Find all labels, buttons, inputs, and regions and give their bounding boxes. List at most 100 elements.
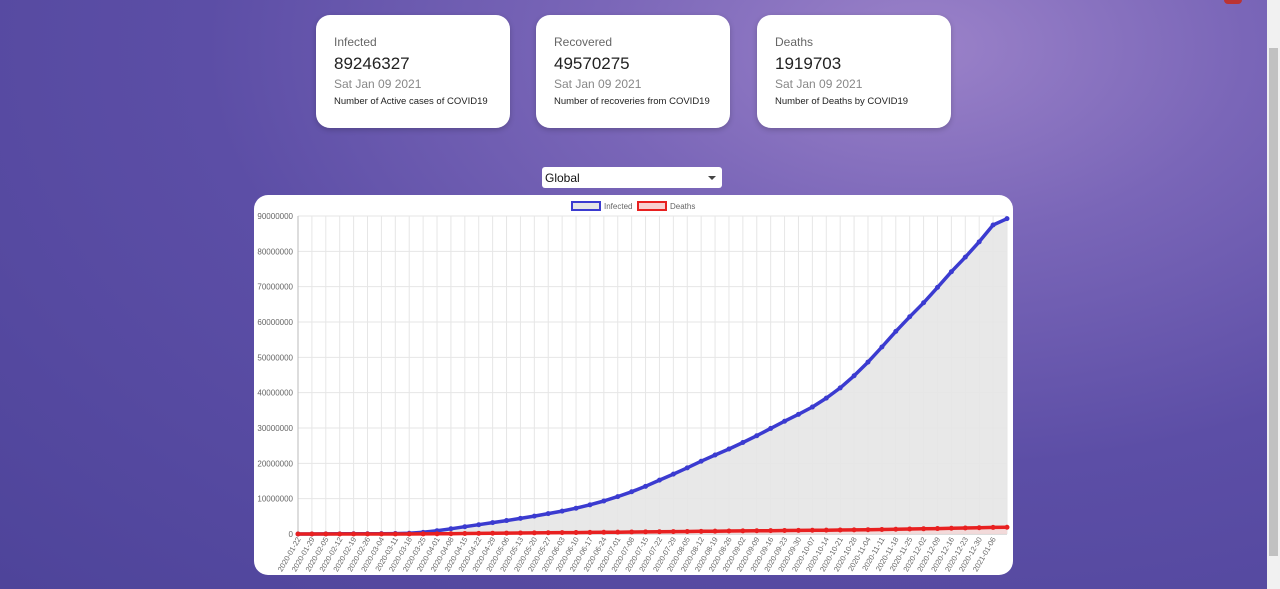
card-value: 49570275: [554, 54, 630, 73]
data-point: [893, 328, 899, 334]
data-point: [990, 524, 996, 530]
scrollbar-thumb[interactable]: [1269, 48, 1278, 556]
data-point: [656, 477, 662, 483]
data-point: [893, 526, 899, 532]
data-point: [476, 522, 482, 528]
data-point: [782, 418, 788, 424]
data-point: [684, 465, 690, 471]
cases-chart: 0100000002000000030000000400000005000000…: [257, 201, 1010, 573]
data-point: [365, 531, 371, 537]
card-value: 89246327: [334, 54, 410, 73]
data-point: [309, 531, 315, 537]
data-point: [948, 269, 954, 275]
data-point: [323, 531, 329, 537]
data-point: [879, 344, 885, 350]
data-point: [962, 525, 968, 531]
data-point: [406, 531, 412, 537]
data-point: [809, 527, 815, 533]
data-point: [809, 404, 815, 410]
data-point: [601, 529, 607, 535]
data-point: [823, 527, 829, 533]
y-tick-label: 40000000: [257, 389, 293, 398]
data-point: [462, 524, 468, 530]
data-point: [948, 525, 954, 531]
chart-card: 0 10000000 20000000 30000000 40000000 5000000…: [254, 195, 1013, 575]
card-date: Sat Jan 09 2021: [775, 76, 863, 91]
country-select[interactable]: Global: [542, 167, 722, 188]
card-label: Recovered: [554, 35, 613, 49]
data-point: [712, 452, 718, 458]
data-point: [768, 528, 774, 534]
data-point: [879, 526, 885, 532]
data-point: [740, 528, 746, 534]
infected-card: Infected 89246327 Sat Jan 09 2021 Number…: [316, 15, 510, 128]
data-point: [643, 529, 649, 535]
data-point: [698, 528, 704, 534]
data-point: [448, 531, 454, 537]
y-tick-label: 10000000: [257, 495, 293, 504]
data-point: [698, 458, 704, 464]
data-point: [531, 530, 537, 536]
card-date: Sat Jan 09 2021: [554, 76, 642, 91]
data-point: [517, 530, 523, 536]
card-description: Number of recoveries from COVID19: [554, 95, 710, 107]
data-point: [476, 530, 482, 536]
data-point: [643, 483, 649, 489]
data-point: [656, 529, 662, 535]
data-point: [962, 254, 968, 260]
data-point: [754, 528, 760, 534]
data-point: [837, 527, 843, 533]
data-point: [490, 530, 496, 536]
data-point: [837, 385, 843, 391]
data-point: [531, 513, 537, 519]
data-point: [587, 529, 593, 535]
data-point: [462, 531, 468, 537]
data-point: [504, 530, 510, 536]
data-point: [559, 530, 565, 536]
data-point: [740, 439, 746, 445]
card-value: 1919703: [775, 54, 842, 73]
data-point: [851, 527, 857, 533]
data-point: [448, 526, 454, 532]
card-label: Infected: [334, 35, 377, 49]
data-point: [545, 530, 551, 536]
legend-label: Deaths: [670, 202, 695, 211]
data-point: [684, 528, 690, 534]
data-point: [851, 373, 857, 379]
data-point: [670, 471, 676, 477]
data-point: [823, 395, 829, 401]
data-point: [615, 494, 621, 500]
data-point: [976, 239, 982, 245]
data-point: [517, 515, 523, 521]
recovered-card: Recovered 49570275 Sat Jan 09 2021 Numbe…: [536, 15, 730, 128]
country-select-value: Global: [545, 170, 580, 185]
legend-swatch: [571, 201, 601, 211]
data-point: [865, 527, 871, 533]
data-point: [420, 531, 426, 537]
data-point: [351, 531, 357, 537]
data-point: [1004, 216, 1010, 222]
data-point: [726, 446, 732, 452]
series-area-infected: [298, 218, 1007, 534]
data-point: [295, 531, 301, 537]
data-point: [615, 529, 621, 535]
data-point: [490, 520, 496, 526]
data-point: [504, 518, 510, 524]
page-scrollbar[interactable]: [1267, 0, 1280, 589]
data-point: [670, 529, 676, 535]
data-point: [434, 531, 440, 537]
y-tick-label: 70000000: [257, 283, 293, 292]
data-point: [587, 502, 593, 508]
data-point: [545, 511, 551, 517]
data-point: [392, 531, 398, 537]
y-tick-label: 80000000: [257, 247, 293, 256]
data-point: [378, 531, 384, 537]
card-date: Sat Jan 09 2021: [334, 76, 422, 91]
y-tick-label: 20000000: [257, 459, 293, 468]
data-point: [907, 526, 913, 532]
y-tick-label: 60000000: [257, 318, 293, 327]
legend-label: Infected: [604, 202, 632, 211]
card-description: Number of Active cases of COVID19: [334, 95, 488, 107]
data-point: [921, 300, 927, 306]
data-point: [629, 489, 635, 495]
